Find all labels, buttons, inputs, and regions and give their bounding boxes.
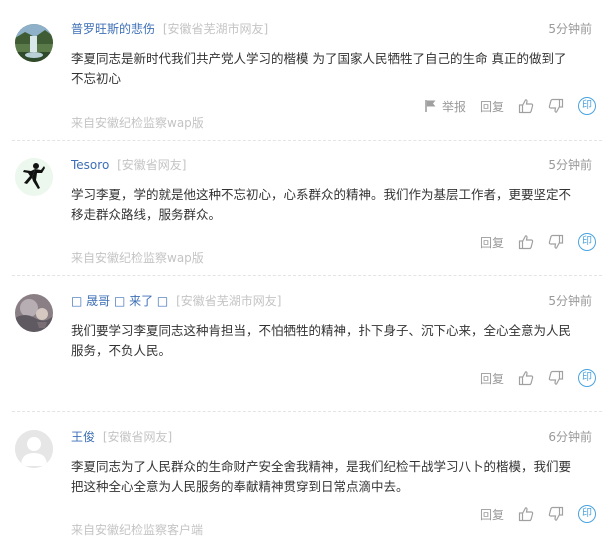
like-button[interactable]	[518, 506, 534, 522]
comment-actions: 回复 印	[480, 232, 596, 252]
flag-icon	[425, 100, 436, 112]
comment-text: 李夏同志是新时代我们共产党人学习的楷模 为了国家人民牺牲了自己的生命 真正的做到…	[71, 51, 567, 86]
thumbs-down-icon	[548, 370, 564, 385]
waterfall-avatar-image	[15, 24, 53, 62]
user-location: [安徽省芜湖市网友]	[176, 294, 282, 308]
user-location: [安徽省网友]	[117, 158, 187, 172]
report-label: 举报	[441, 99, 466, 114]
username[interactable]: 王俊	[71, 430, 95, 444]
username[interactable]: Tesoro	[71, 158, 109, 172]
comment-actions: 回复 印	[480, 504, 596, 524]
comment-time: 5分钟前	[548, 294, 592, 308]
comment-source: 来自安徽纪检监察客户端	[71, 523, 204, 537]
comment-source: 来自安徽纪检监察wap版	[71, 116, 204, 130]
reply-label: 回复	[479, 99, 504, 114]
avatar[interactable]	[15, 430, 53, 468]
report-button[interactable]: 举报	[424, 98, 466, 115]
reply-label: 回复	[479, 507, 504, 522]
comment-time: 5分钟前	[548, 22, 592, 36]
reply-button[interactable]: 回复	[480, 98, 504, 115]
comment-text: 李夏同志为了人民群众的生命财产安全舍我精神，是我们纪检干战学习八卜的楷模，我们要…	[71, 459, 572, 494]
dislike-button[interactable]	[548, 370, 564, 386]
avatar[interactable]	[15, 294, 53, 332]
thumbs-up-icon	[518, 371, 534, 386]
thumbs-down-icon	[548, 234, 564, 249]
dislike-button[interactable]	[548, 98, 564, 114]
comment-time: 5分钟前	[548, 158, 592, 172]
photo-avatar-image	[15, 294, 53, 332]
comment-actions: 举报 回复 印	[424, 96, 596, 116]
thumbs-down-icon	[548, 98, 564, 113]
reply-label: 回复	[479, 371, 504, 386]
default-user-icon	[15, 430, 53, 468]
share-button[interactable]: 印	[578, 369, 596, 387]
avatar[interactable]	[15, 24, 53, 62]
basketball-player-avatar-image	[15, 158, 53, 196]
thumbs-up-icon	[518, 507, 534, 522]
like-button[interactable]	[518, 98, 534, 114]
share-button[interactable]: 印	[578, 233, 596, 251]
reply-button[interactable]: 回复	[480, 506, 504, 523]
dislike-button[interactable]	[548, 506, 564, 522]
reply-button[interactable]: 回复	[480, 370, 504, 387]
reply-label: 回复	[479, 235, 504, 250]
comment-text: 我们要学习李夏同志这种肯担当，不怕牺牲的精神，扑下身子、沉下心来，全心全意为人民…	[71, 323, 572, 358]
comment-text: 学习李夏，学的就是他这种不忘初心，心系群众的精神。我们作为基层工作者，更要坚定不…	[71, 187, 572, 222]
avatar[interactable]	[15, 158, 53, 196]
dislike-button[interactable]	[548, 234, 564, 250]
user-location: [安徽省网友]	[102, 430, 173, 444]
like-button[interactable]	[518, 370, 534, 386]
share-button[interactable]: 印	[578, 97, 596, 115]
share-button[interactable]: 印	[578, 505, 596, 523]
user-location: [安徽省芜湖市网友]	[162, 22, 269, 36]
thumbs-down-icon	[548, 506, 564, 521]
comment-source: 来自安徽纪检监察wap版	[71, 251, 204, 265]
comment-actions: 回复 印	[480, 368, 596, 388]
username[interactable]: 普罗旺斯的悲伤	[71, 22, 155, 36]
divider	[12, 411, 602, 412]
like-button[interactable]	[518, 234, 534, 250]
thumbs-up-icon	[518, 235, 534, 250]
divider	[12, 275, 602, 276]
divider	[12, 140, 602, 141]
comment-time: 6分钟前	[548, 430, 592, 444]
reply-button[interactable]: 回复	[480, 234, 504, 251]
thumbs-up-icon	[518, 99, 534, 114]
username[interactable]: □ 晟哥 □ 来了 □	[71, 294, 168, 308]
